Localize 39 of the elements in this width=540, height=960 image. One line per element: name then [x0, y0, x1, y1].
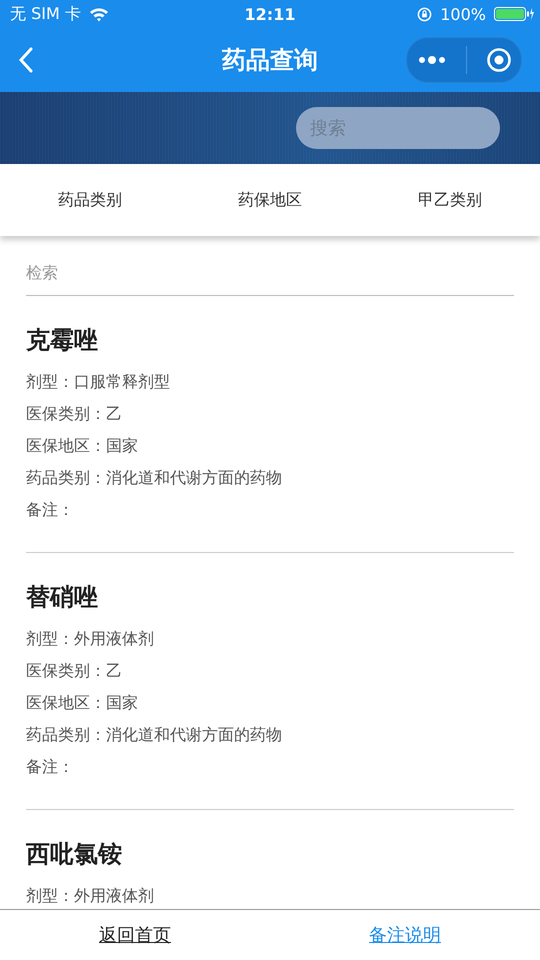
- more-icon[interactable]: [416, 55, 446, 65]
- drug-name: 替硝唑: [26, 582, 99, 613]
- clock-time: 12:11: [244, 4, 296, 24]
- field-label: 备注：: [26, 500, 74, 519]
- back-icon[interactable]: [18, 47, 34, 73]
- field-label: 医保类别：: [26, 661, 106, 680]
- field-label: 备注：: [26, 757, 74, 776]
- field-label: 剂型：: [26, 629, 74, 648]
- field-value: 消化道和代谢方面的药物: [106, 468, 282, 487]
- page-title: 药品查询: [222, 45, 318, 76]
- battery-percent: 100%: [440, 4, 486, 24]
- carrier-text: 无 SIM 卡: [10, 4, 81, 24]
- field-label: 药品类别：: [26, 468, 106, 487]
- rotation-lock-icon: [417, 6, 432, 22]
- field-label: 医保类别：: [26, 404, 106, 423]
- filter-tab[interactable]: 药品类别: [0, 190, 180, 210]
- field-value: 国家: [106, 436, 138, 455]
- field-label: 剂型：: [26, 886, 74, 905]
- field-value: 外用液体剂: [74, 629, 154, 648]
- field-label: 药品类别：: [26, 725, 106, 744]
- battery-icon: [494, 7, 534, 21]
- close-icon[interactable]: [486, 47, 512, 73]
- field-value: 消化道和代谢方面的药物: [106, 725, 282, 744]
- field-value: 口服常释剂型: [74, 372, 170, 391]
- field-label: 医保地区：: [26, 436, 106, 455]
- field-value: 乙: [106, 661, 122, 680]
- filter-tab[interactable]: 甲乙类别: [360, 190, 540, 210]
- capsule-menu[interactable]: [406, 37, 522, 83]
- footer-link[interactable]: 备注说明: [369, 923, 441, 947]
- field-label: 医保地区：: [26, 693, 106, 712]
- field-value: 国家: [106, 693, 138, 712]
- wifi-icon: [88, 6, 109, 22]
- drug-name: 克霉唑: [26, 325, 99, 356]
- drug-name: 西吡氯铵: [26, 839, 123, 870]
- field-value: 外用液体剂: [74, 886, 154, 905]
- field-label: 剂型：: [26, 372, 74, 391]
- footer-link[interactable]: 返回首页: [99, 923, 171, 947]
- field-value: 乙: [106, 404, 122, 423]
- filter-tab[interactable]: 药保地区: [180, 190, 360, 210]
